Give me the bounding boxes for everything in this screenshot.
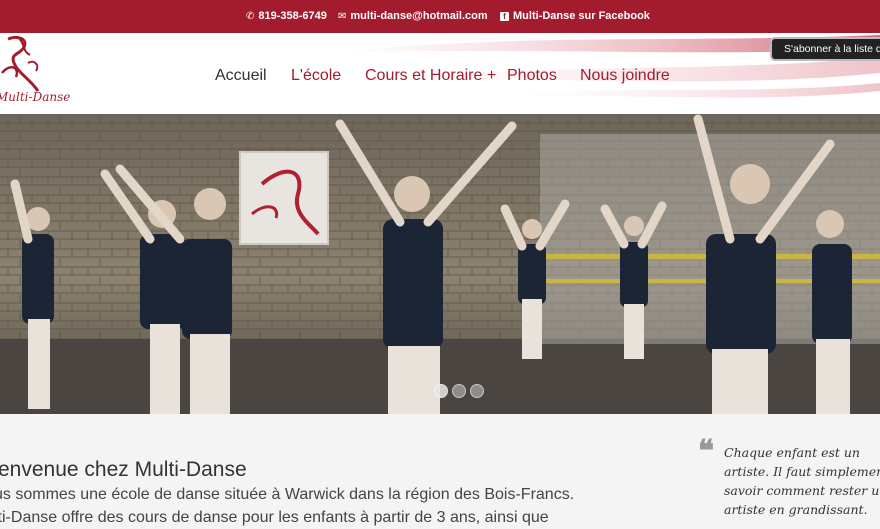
nav-item-cours-horaire[interactable]: Cours et Horaire +: [365, 67, 496, 85]
facebook-icon: f: [500, 12, 509, 21]
facebook-text: Multi-Danse sur Facebook: [513, 10, 650, 22]
nav-item-photos[interactable]: Photos: [507, 67, 557, 85]
welcome-text: us sommes une école de danse située à Wa…: [0, 483, 634, 529]
phone-text: 819-358-6749: [258, 10, 327, 22]
nav-item-nous-joindre[interactable]: Nous joindre: [580, 67, 670, 85]
phone-link[interactable]: ✆ 819-358-6749: [246, 10, 327, 22]
main-nav: Accueil L'école Cours et Horaire + Photo…: [0, 67, 880, 91]
quote-icon: ❝: [698, 434, 715, 469]
envelope-icon: ✉: [338, 11, 347, 22]
slider-dot-3[interactable]: [470, 384, 484, 398]
email-link[interactable]: ✉ multi-danse@hotmail.com: [338, 10, 488, 22]
hero-dance-studio-image: [0, 114, 880, 414]
hero-slider: [0, 114, 880, 414]
welcome-title: envenue chez Multi-Danse: [0, 458, 247, 482]
nav-item-ecole[interactable]: L'école: [291, 67, 341, 85]
nav-item-accueil[interactable]: Accueil: [215, 67, 267, 85]
subscribe-button[interactable]: S'abonner à la liste d'e: [772, 39, 880, 59]
facebook-link[interactable]: f Multi-Danse sur Facebook: [500, 10, 650, 22]
slider-dot-1[interactable]: [434, 384, 448, 398]
logo-text: Multi-Danse: [0, 90, 71, 104]
welcome-line-2: lti-Danse offre des cours de danse pour …: [0, 509, 549, 526]
site-header: Multi-Danse Accueil L'école Cours et Hor…: [0, 33, 880, 114]
phone-icon: ✆: [246, 11, 255, 22]
email-text: multi-danse@hotmail.com: [350, 10, 488, 22]
top-contact-bar: ✆ 819-358-6749 ✉ multi-danse@hotmail.com f…: [0, 0, 880, 33]
welcome-line-1: us sommes une école de danse située à Wa…: [0, 486, 575, 503]
quote-text: Chaque enfant est un artiste. Il faut si…: [724, 445, 880, 517]
slider-dot-2[interactable]: [452, 384, 466, 398]
